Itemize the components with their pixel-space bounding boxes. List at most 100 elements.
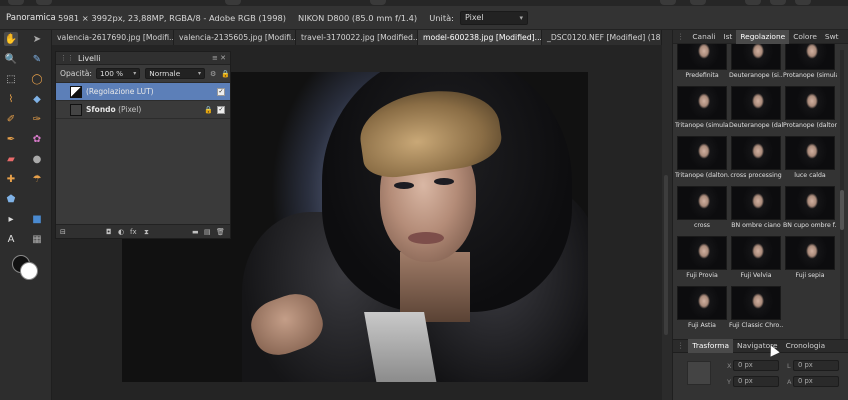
- eyedropper-tool-icon[interactable]: ✎: [30, 52, 44, 66]
- move-tool-icon[interactable]: ➤: [30, 32, 44, 46]
- adjustment-preset[interactable]: Deuteranope (si...: [729, 44, 783, 86]
- shape-tool-icon[interactable]: ■: [30, 212, 44, 226]
- adjustment-preset[interactable]: Tritanope (dalton...: [675, 136, 729, 186]
- layer-row-background[interactable]: Sfondo (Pixel) 🔒 ✓: [56, 101, 230, 119]
- menu-icon[interactable]: ≡ ✕: [212, 54, 226, 62]
- fx-icon[interactable]: fx: [130, 228, 137, 236]
- selection-brush-icon[interactable]: ⌇: [4, 92, 18, 106]
- adjustment-preset[interactable]: cross processing: [729, 136, 783, 186]
- adjustment-preset[interactable]: BN cupo ombre f...: [783, 186, 837, 236]
- hand-tool-icon[interactable]: ✋: [4, 32, 18, 46]
- adjustment-preset[interactable]: Fuji Classic Chro...: [729, 286, 783, 336]
- opacity-select[interactable]: 100 % ▾: [95, 68, 141, 79]
- toolbar-button[interactable]: [225, 0, 241, 5]
- w-label: L: [787, 362, 791, 370]
- smudge-tool-icon[interactable]: ☂: [30, 172, 44, 186]
- color-replace-icon[interactable]: ✒: [4, 132, 18, 146]
- scrollbar-thumb[interactable]: [840, 190, 844, 230]
- doc-tab-active[interactable]: model-600238.jpg [Modified]... ✕: [418, 30, 542, 45]
- tab-cronologia[interactable]: Cronologia: [782, 339, 830, 353]
- doc-tab[interactable]: _DSC0120.NEF [Modified] (18...: [542, 30, 662, 45]
- paint-brush-icon[interactable]: ✐: [4, 112, 18, 126]
- doc-tab[interactable]: valencia-2135605.jpg [Modifi... ✕: [174, 30, 296, 45]
- trash-icon[interactable]: 🗑: [216, 228, 225, 236]
- adjustment-preset[interactable]: Fuji sepia: [783, 236, 837, 286]
- width-input[interactable]: 0 px: [793, 360, 839, 371]
- drag-handle-icon[interactable]: ⋮: [673, 30, 688, 44]
- anchor-point-grid[interactable]: [687, 361, 711, 385]
- lock-icon[interactable]: 🔒: [204, 106, 213, 114]
- healing-tool-icon[interactable]: ✚: [4, 172, 18, 186]
- layer-row-lut[interactable]: (Regolazione LUT) ✓: [56, 83, 230, 101]
- context-toolbar: Panoramica 5981 × 3992px, 23,88MP, RGBA/…: [0, 6, 848, 30]
- red-eye-tool-icon[interactable]: ⬟: [4, 192, 18, 206]
- toolbar-button[interactable]: [745, 0, 761, 5]
- tab-canali[interactable]: Canali: [688, 30, 719, 44]
- toolbar-button[interactable]: [795, 0, 811, 5]
- tab-colore[interactable]: Colore: [789, 30, 821, 44]
- gear-icon[interactable]: ⚙: [210, 70, 216, 78]
- clone-tool-icon[interactable]: ✿: [30, 132, 44, 146]
- add-layer-icon[interactable]: ▤: [204, 228, 211, 236]
- y-input[interactable]: 0 px: [733, 376, 779, 387]
- adjustment-preset[interactable]: Fuji Provia: [675, 236, 729, 286]
- preset-label: Deuteranope (si...: [729, 72, 783, 79]
- drag-handle-icon[interactable]: ⋮⋮: [60, 54, 74, 62]
- adjustment-preset[interactable]: Fuji Astia: [675, 286, 729, 336]
- secondary-color-swatch[interactable]: [20, 262, 38, 280]
- preset-label: cross processing: [730, 172, 782, 179]
- adjustment-preset[interactable]: Predefinita: [675, 44, 729, 86]
- preset-label: Fuji Classic Chro...: [729, 322, 783, 329]
- layer-options-icon[interactable]: ⊟: [60, 228, 66, 236]
- mesh-warp-icon[interactable]: ▦: [30, 232, 44, 246]
- x-input[interactable]: 0 px: [733, 360, 779, 371]
- text-tool-icon[interactable]: A: [4, 232, 18, 246]
- eraser-tool-icon[interactable]: ▰: [4, 152, 18, 166]
- preset-label: Fuji Astia: [688, 322, 716, 329]
- units-select[interactable]: Pixel ▾: [459, 10, 528, 25]
- pixel-brush-icon[interactable]: ✑: [30, 112, 44, 126]
- adjustment-icon[interactable]: ◐: [118, 228, 124, 236]
- folder-icon[interactable]: ▬: [192, 228, 199, 236]
- toolbar-button[interactable]: [660, 0, 676, 5]
- layers-panel-header[interactable]: ⋮⋮ Livelli ≡ ✕: [56, 52, 230, 65]
- adjustment-preset[interactable]: luce calda: [783, 136, 837, 186]
- layer-thumbnail: [70, 85, 82, 98]
- toolbar-button[interactable]: [8, 0, 24, 5]
- marquee-tool-icon[interactable]: ⬚: [4, 72, 18, 86]
- layer-visibility-checkbox[interactable]: ✓: [217, 87, 225, 96]
- zoom-tool-icon[interactable]: 🔍: [4, 52, 18, 66]
- layer-title: Sfondo: [86, 105, 116, 114]
- adjustment-preset[interactable]: cross: [675, 186, 729, 236]
- adjustment-preset[interactable]: Protanope (dalton...: [783, 86, 837, 136]
- doc-tab[interactable]: travel-3170022.jpg [Modified... ✕: [296, 30, 418, 45]
- toolbar-button[interactable]: [690, 0, 706, 5]
- toolbar-button[interactable]: [770, 0, 786, 5]
- adjustment-preset[interactable]: Tritanope (simula): [675, 86, 729, 136]
- adjustment-preset[interactable]: Deuteranope (dalt...: [729, 86, 783, 136]
- adjustment-preset[interactable]: Protanope (simula): [783, 44, 837, 86]
- doc-tab[interactable]: valencia-2617690.jpg [Modifi... ✕: [52, 30, 174, 45]
- toolbar-button[interactable]: [370, 0, 386, 5]
- layer-visibility-checkbox[interactable]: ✓: [217, 105, 225, 114]
- tab-trasforma[interactable]: Trasforma: [688, 339, 733, 353]
- presets-scrollbar[interactable]: [840, 50, 844, 340]
- toolbar-button[interactable]: [36, 0, 52, 5]
- fill-tool-icon[interactable]: ◆: [30, 92, 44, 106]
- tab-regolazione[interactable]: Regolazione: [736, 29, 790, 44]
- mask-icon[interactable]: ◘: [106, 228, 112, 236]
- height-input[interactable]: 0 px: [793, 376, 839, 387]
- adjustment-preset[interactable]: Fuji Velvia: [729, 236, 783, 286]
- layers-panel-title: Livelli: [78, 53, 101, 63]
- tab-istogramma[interactable]: Ist: [719, 30, 736, 44]
- lasso-tool-icon[interactable]: ◯: [30, 72, 44, 86]
- blend-mode-select[interactable]: Normale ▾: [145, 68, 205, 79]
- canvas-scrollbar[interactable]: [664, 175, 668, 335]
- drag-handle-icon[interactable]: ⋮: [673, 339, 688, 353]
- adjustment-preset[interactable]: BN ombre ciano: [729, 186, 783, 236]
- hourglass-icon[interactable]: ⧗: [144, 228, 149, 237]
- lock-icon[interactable]: 🔒: [221, 70, 230, 78]
- pen-tool-icon[interactable]: ▸: [4, 212, 18, 226]
- tab-swatches[interactable]: Swt: [821, 30, 843, 44]
- dodge-tool-icon[interactable]: ●: [30, 152, 44, 166]
